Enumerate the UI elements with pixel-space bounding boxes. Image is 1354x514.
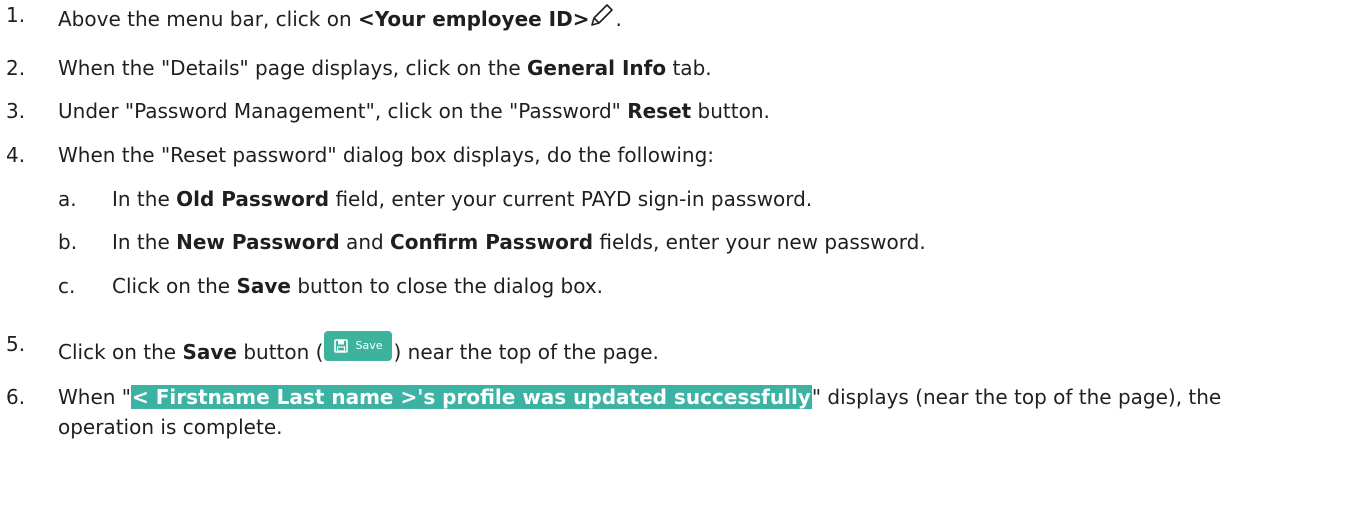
step-text: Click on the <box>58 340 183 364</box>
confirm-password-field-label: Confirm Password <box>390 230 594 254</box>
substep-letter: b. <box>58 230 78 254</box>
new-password-field-label: New Password <box>176 230 340 254</box>
step-text: When " <box>58 385 131 409</box>
save-button-image: Save <box>324 331 393 361</box>
substep-text: Click on the <box>112 274 237 298</box>
employee-id-link-label: <Your employee ID> <box>358 7 590 31</box>
save-button-label: Save <box>236 274 291 298</box>
floppy-disk-icon <box>334 339 349 353</box>
step-text: operation is complete. <box>58 415 283 439</box>
step-number: 5. <box>6 332 26 356</box>
save-button-text: Save <box>355 339 383 352</box>
step-number: 1. <box>6 3 26 27</box>
reset-button-label: Reset <box>627 99 692 123</box>
step-text: Under "Password Management", click on th… <box>58 99 628 123</box>
substep-letter: c. <box>58 274 76 298</box>
step-text: Above the menu bar, click on <box>58 7 358 31</box>
step-number: 4. <box>6 143 26 167</box>
substep-letter: a. <box>58 187 77 211</box>
save-button-label: Save <box>182 340 237 364</box>
step-number: 6. <box>6 385 26 409</box>
general-info-tab-label: General Info <box>527 56 667 80</box>
substep-text: In the <box>112 187 177 211</box>
substep-text: In the <box>112 230 177 254</box>
old-password-field-label: Old Password <box>176 187 330 211</box>
pencil-icon <box>591 4 614 26</box>
step-text: When the "Details" page displays, click … <box>58 56 528 80</box>
instruction-document: 1. Above the menu bar, click on <Your em… <box>6 3 1222 439</box>
step-number: 2. <box>6 56 26 80</box>
success-message-highlight: < Firstname Last name >'s profile was up… <box>131 385 812 409</box>
step-text: When the "Reset password" dialog box dis… <box>58 143 715 167</box>
step-number: 3. <box>6 99 26 123</box>
